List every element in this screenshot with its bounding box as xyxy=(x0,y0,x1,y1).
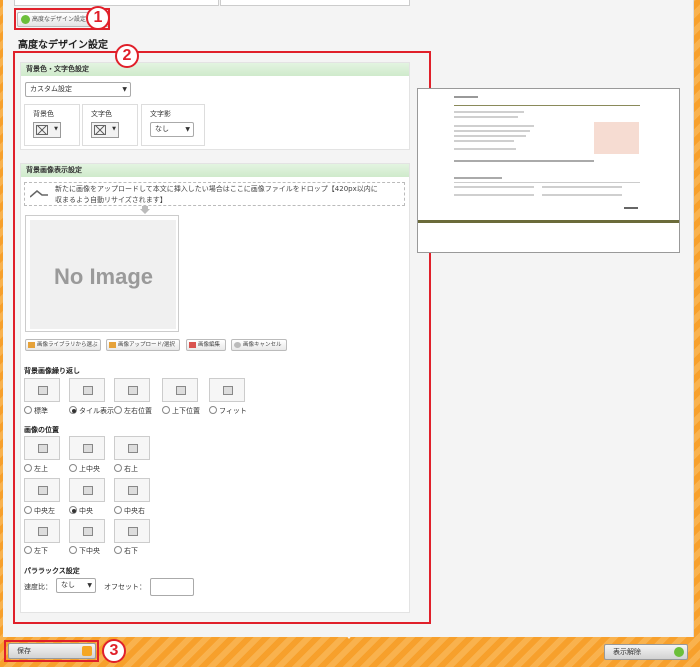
marker-1: 1 xyxy=(86,6,110,30)
section-title: 高度なデザイン設定 xyxy=(18,40,108,51)
marker-3: 3 xyxy=(102,639,126,663)
flower-photo xyxy=(594,122,639,154)
top-panel-edge-2 xyxy=(220,0,410,6)
marker-2: 2 xyxy=(115,44,139,68)
highlight-box-2 xyxy=(13,51,431,624)
hide-display-button[interactable]: 表示解除 xyxy=(604,644,688,660)
page-top-icon xyxy=(624,207,638,217)
page-preview xyxy=(417,88,680,253)
highlight-box-3 xyxy=(4,640,99,662)
top-panel-edge xyxy=(14,0,219,6)
plus-icon xyxy=(674,647,684,657)
